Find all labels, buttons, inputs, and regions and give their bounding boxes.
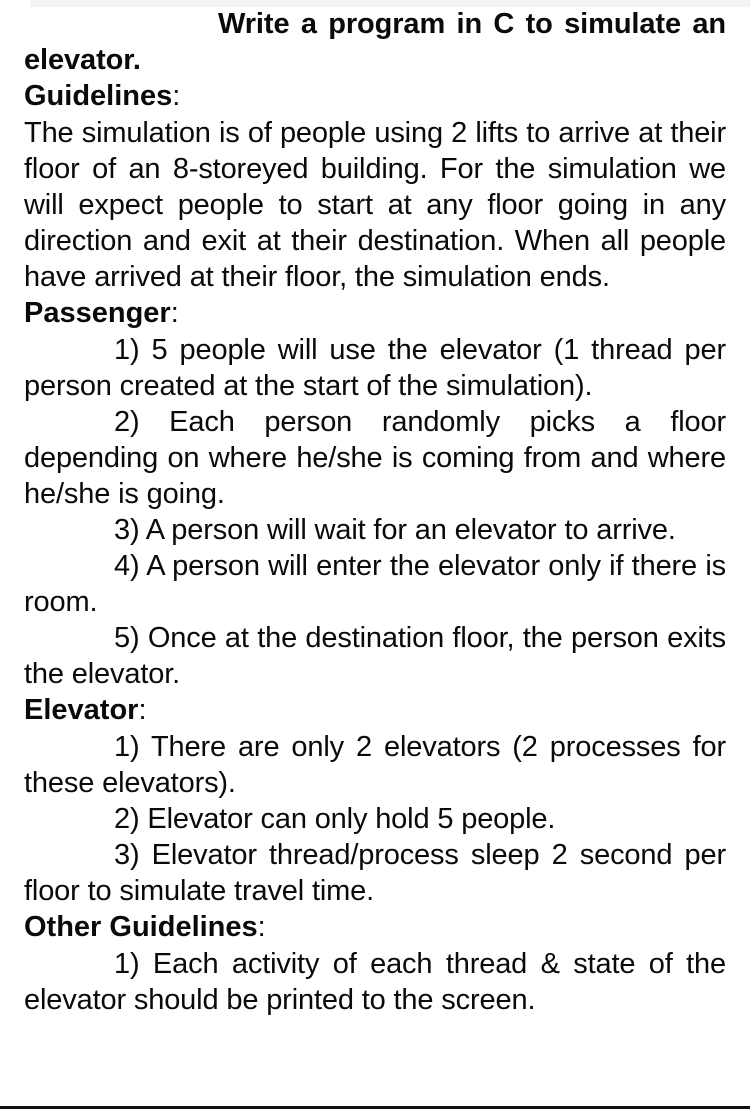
section-heading-other-guidelines-colon: : [257,911,266,943]
passenger-item-3: 3) A person will wait for an elevator to… [114,514,676,546]
passenger-item-2: 2) Each person randomly picks a floor de… [24,406,726,510]
section-heading-elevator-label: Elevator [24,694,139,726]
page-bottom-rule [0,1106,750,1109]
section-heading-guidelines-label: Guidelines [24,80,173,112]
document-content: Write a program in C to simulate an elev… [24,6,726,1018]
elevator-item-3: 3) Elevator thread/process sleep 2 secon… [24,839,726,907]
section-heading-passenger: Passenger: [24,295,726,332]
section-heading-guidelines: Guidelines: [24,78,726,115]
document-page: Write a program in C to simulate an elev… [0,0,750,1114]
other-guidelines-item-1: 1) Each activity of each thread & state … [24,948,726,1016]
page-title: Write a program in C to simulate an elev… [24,8,726,76]
passenger-item-1: 1) 5 people will use the elevator (1 thr… [24,334,726,402]
section-heading-other-guidelines: Other Guidelines: [24,909,726,946]
passenger-item-5: 5) Once at the destination floor, the pe… [24,622,726,690]
section-heading-elevator-colon: : [138,694,147,726]
elevator-item-1: 1) There are only 2 elevators (2 process… [24,731,726,799]
elevator-item-2: 2) Elevator can only hold 5 people. [114,803,556,835]
section-heading-passenger-label: Passenger [24,297,171,329]
guidelines-paragraph-1: The simulation is of people using 2 lift… [24,117,726,293]
section-heading-other-guidelines-label: Other Guidelines [24,911,258,943]
section-heading-guidelines-colon: : [172,80,181,112]
section-heading-passenger-colon: : [170,297,179,329]
passenger-item-4: 4) A person will enter the elevator only… [24,550,726,618]
section-heading-elevator: Elevator: [24,692,726,729]
